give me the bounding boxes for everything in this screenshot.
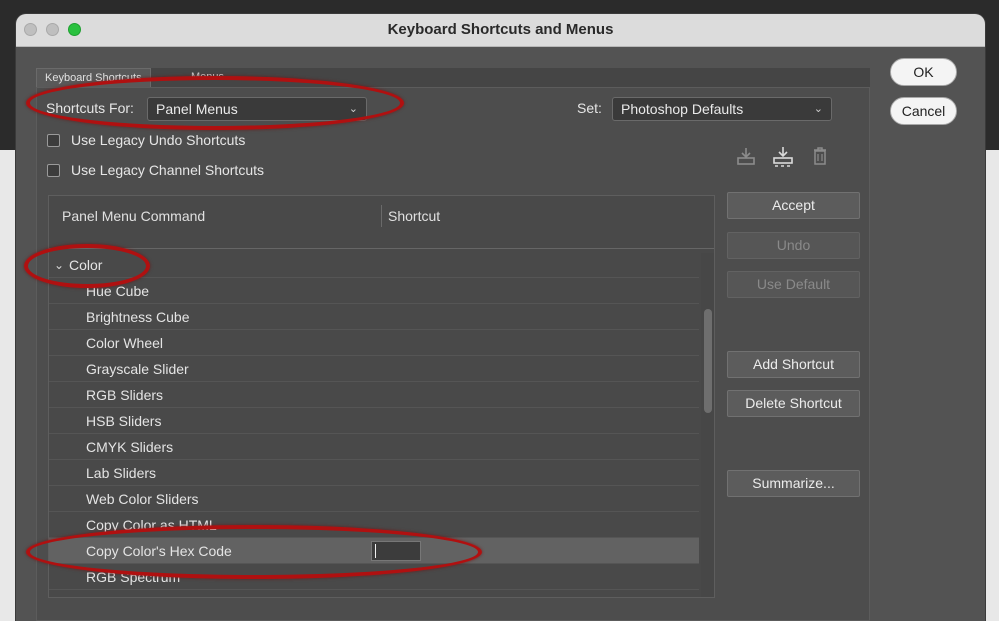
tab-strip: Keyboard Shortcuts Menus <box>36 68 870 87</box>
text-caret <box>375 544 376 558</box>
command-label: Grayscale Slider <box>86 356 189 382</box>
command-label: CMYK Sliders <box>86 434 173 460</box>
use-default-button[interactable]: Use Default <box>727 271 860 298</box>
command-label: HSB Sliders <box>86 408 161 434</box>
legacy-channel-label: Use Legacy Channel Shortcuts <box>71 162 264 178</box>
chevron-down-icon: ⌄ <box>349 98 358 120</box>
command-label: RGB Sliders <box>86 382 163 408</box>
legacy-channel-checkbox[interactable] <box>47 164 60 177</box>
table-row[interactable]: Brightness Cube <box>49 304 699 330</box>
accept-button[interactable]: Accept <box>727 192 860 219</box>
title-bar: Keyboard Shortcuts and Menus <box>16 14 985 47</box>
command-label: Brightness Cube <box>86 304 190 330</box>
table-row[interactable]: Hue Cube <box>49 278 699 304</box>
column-header-command[interactable]: Panel Menu Command <box>62 196 205 236</box>
shortcuts-table: Panel Menu Command Shortcut ⌄ Color Hue … <box>48 195 715 598</box>
chevron-down-icon[interactable]: ⌄ <box>54 252 64 278</box>
table-row-selected[interactable]: Copy Color's Hex Code <box>49 538 699 564</box>
vertical-scrollbar[interactable] <box>701 253 715 597</box>
shortcut-input[interactable] <box>371 541 421 561</box>
table-row[interactable]: RGB Sliders <box>49 382 699 408</box>
legacy-undo-label: Use Legacy Undo Shortcuts <box>71 132 245 148</box>
undo-button[interactable]: Undo <box>727 232 860 259</box>
column-header-shortcut[interactable]: Shortcut <box>388 196 440 236</box>
delete-set-icon[interactable] <box>811 146 829 166</box>
add-shortcut-button[interactable]: Add Shortcut <box>727 351 860 378</box>
table-row[interactable]: Lab Sliders <box>49 460 699 486</box>
shortcuts-for-select[interactable]: Panel Menus ⌄ <box>147 97 367 121</box>
table-row[interactable]: Copy Color as HTML <box>49 512 699 538</box>
group-row-color[interactable]: ⌄ Color <box>49 252 699 278</box>
save-set-as-icon[interactable] <box>772 146 794 168</box>
table-row[interactable]: RGB Spectrum <box>49 564 699 590</box>
legacy-undo-checkbox[interactable] <box>47 134 60 147</box>
delete-shortcut-button[interactable]: Delete Shortcut <box>727 390 860 417</box>
table-header: Panel Menu Command Shortcut <box>49 196 715 249</box>
table-row[interactable]: Web Color Sliders <box>49 486 699 512</box>
scrollbar-thumb[interactable] <box>704 309 712 413</box>
table-row[interactable]: Grayscale Slider <box>49 356 699 382</box>
command-label: RGB Spectrum <box>86 564 180 590</box>
command-label: Color Wheel <box>86 330 163 356</box>
table-row[interactable]: HSB Sliders <box>49 408 699 434</box>
cancel-button[interactable]: Cancel <box>890 97 957 125</box>
summarize-button[interactable]: Summarize... <box>727 470 860 497</box>
ok-button[interactable]: OK <box>890 58 957 86</box>
table-row[interactable]: CMYK Sliders <box>49 434 699 460</box>
keyboard-shortcuts-dialog: Keyboard Shortcuts and Menus Keyboard Sh… <box>16 14 985 621</box>
group-label: Color <box>69 252 102 278</box>
command-label: Lab Sliders <box>86 460 156 486</box>
save-set-icon[interactable] <box>736 146 756 166</box>
set-value: Photoshop Defaults <box>621 101 743 117</box>
window-title: Keyboard Shortcuts and Menus <box>16 14 985 46</box>
column-divider <box>381 205 382 227</box>
set-select[interactable]: Photoshop Defaults ⌄ <box>612 97 832 121</box>
shortcuts-for-label: Shortcuts For: <box>46 100 134 116</box>
tab-keyboard-shortcuts[interactable]: Keyboard Shortcuts <box>36 68 151 87</box>
set-label: Set: <box>577 100 602 116</box>
tab-menus[interactable]: Menus <box>183 68 232 87</box>
chevron-down-icon: ⌄ <box>814 98 823 120</box>
table-body: ⌄ Color Hue Cube Brightness Cube Color W… <box>49 252 699 590</box>
command-label: Hue Cube <box>86 278 149 304</box>
command-label: Web Color Sliders <box>86 486 199 512</box>
table-row[interactable]: Color Wheel <box>49 330 699 356</box>
shortcuts-for-value: Panel Menus <box>156 101 238 117</box>
command-label: Copy Color's Hex Code <box>86 538 232 564</box>
command-label: Copy Color as HTML <box>86 512 217 538</box>
